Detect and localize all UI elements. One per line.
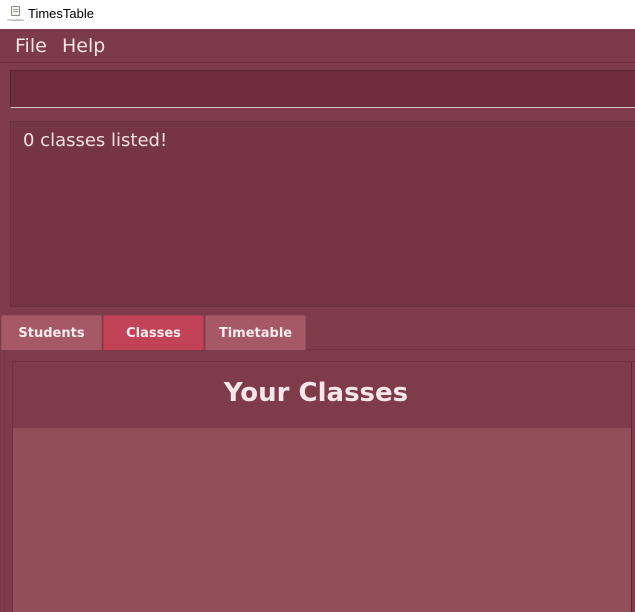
command-input[interactable]	[10, 70, 635, 108]
tab-timetable[interactable]: Timetable	[205, 315, 306, 350]
timestable-book-icon: TimesTable	[6, 5, 24, 23]
tab-bar: Students Classes Timetable	[0, 313, 635, 350]
panel-right-edge	[631, 362, 635, 612]
classes-header: Your Classes	[13, 362, 631, 428]
window-title: TimesTable	[28, 6, 94, 21]
window-title-bar: TimesTable TimesTable	[0, 0, 635, 29]
menu-help[interactable]: Help	[62, 35, 105, 57]
classes-list[interactable]	[13, 428, 631, 612]
tab-classes[interactable]: Classes	[103, 315, 204, 350]
menu-file[interactable]: File	[15, 35, 47, 57]
app-icon-caption: TimesTable	[7, 18, 24, 22]
tab-students[interactable]: Students	[1, 315, 102, 350]
menu-bar: File Help	[0, 29, 635, 63]
classes-title: Your Classes	[223, 378, 409, 408]
result-display: 0 classes listed!	[10, 121, 635, 307]
result-message: 0 classes listed!	[23, 130, 168, 151]
book-icon	[11, 6, 20, 16]
